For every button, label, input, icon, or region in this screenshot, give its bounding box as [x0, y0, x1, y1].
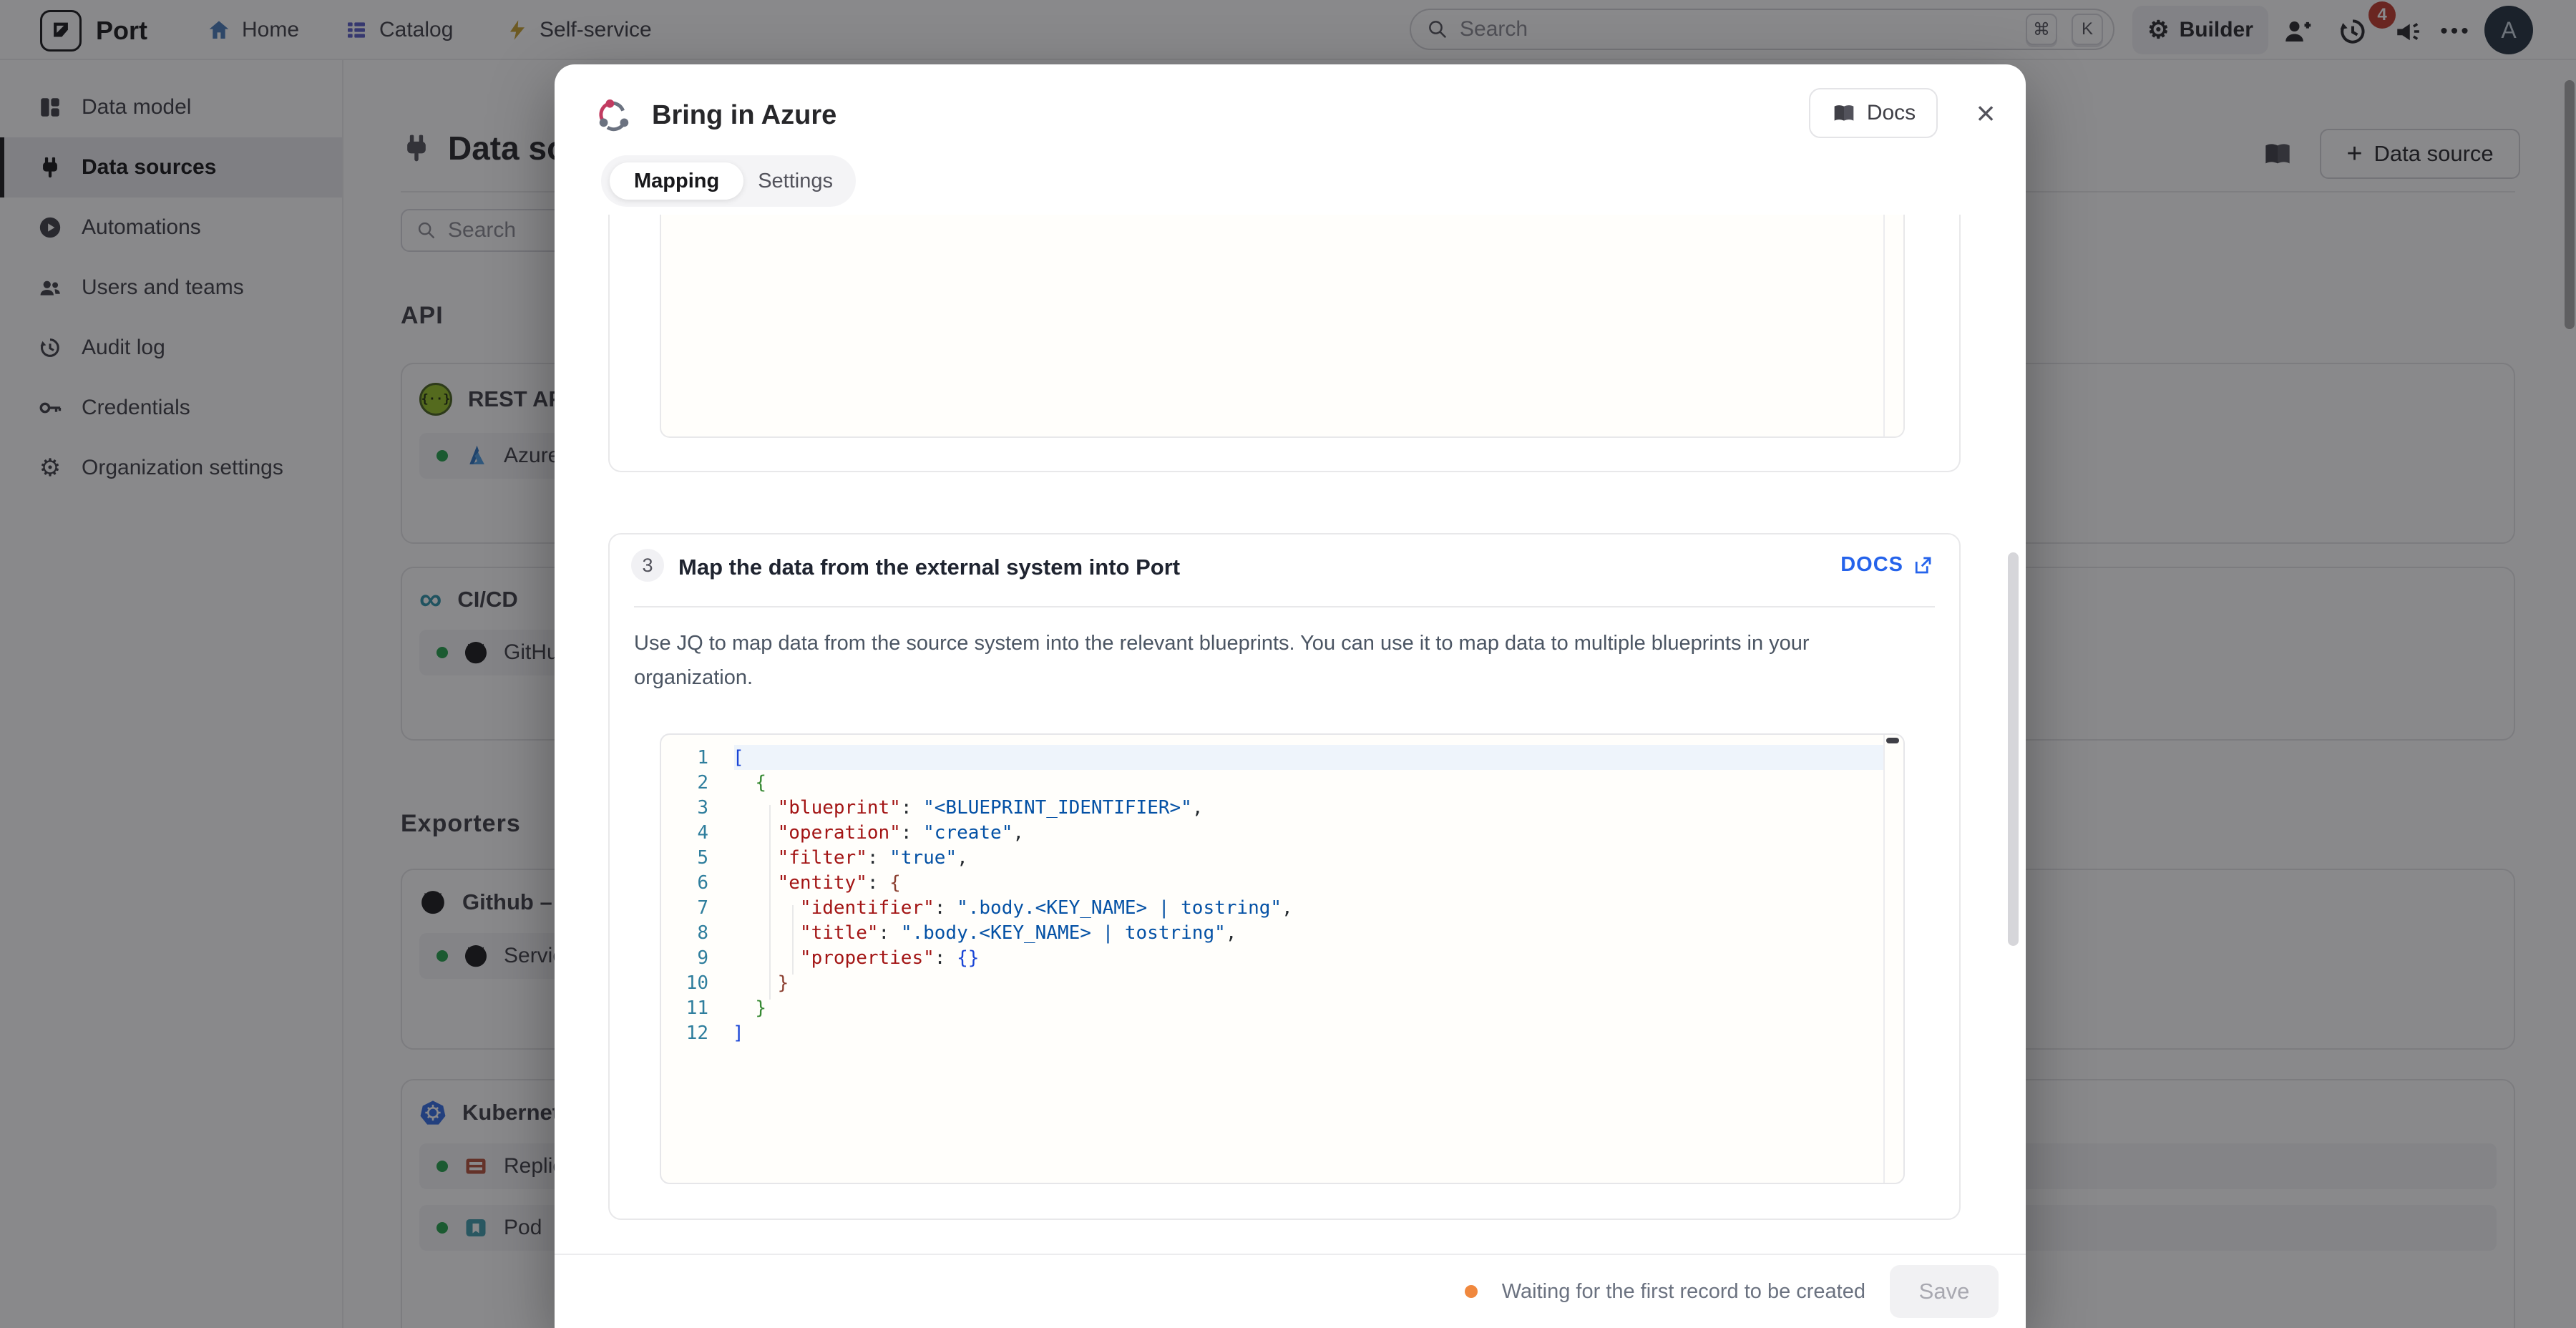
modal-title: Bring in Azure: [652, 100, 836, 131]
tab-mapping[interactable]: Mapping: [610, 162, 743, 200]
code-line: 11 }: [661, 995, 1903, 1020]
indent-guide: [769, 805, 771, 1000]
code-line: 5 "filter": "true",: [661, 845, 1903, 870]
line-number: 1: [661, 747, 733, 768]
code-text: [: [733, 747, 744, 768]
editor-scrollbar-track: [1883, 735, 1885, 1183]
code-line: 8 "title": ".body.<KEY_NAME> | tostring"…: [661, 920, 1903, 945]
status-pending-dot: [1465, 1285, 1478, 1298]
step-heading: Map the data from the external system in…: [678, 555, 1180, 580]
code-line: 9 "properties": {}: [661, 945, 1903, 970]
indent-guide: [792, 905, 794, 975]
code-line: 2 {: [661, 770, 1903, 795]
code-text: "title": ".body.<KEY_NAME> | tostring",: [733, 922, 1236, 944]
docs-button-label: Docs: [1867, 101, 1916, 125]
line-number: 7: [661, 897, 733, 919]
modal-tabs: Mapping Settings: [601, 155, 856, 207]
code-lines: 1[2 {3 "blueprint": "<BLUEPRINT_IDENTIFI…: [661, 745, 1903, 1045]
page-scrollbar[interactable]: [2565, 80, 2575, 329]
code-text: "identifier": ".body.<KEY_NAME> | tostri…: [733, 897, 1293, 919]
previous-step-editor[interactable]: [660, 215, 1905, 438]
close-icon[interactable]: ×: [1966, 93, 2006, 133]
code-text: "entity": {: [733, 872, 901, 894]
external-link-icon: [1912, 555, 1933, 576]
modal-footer: Waiting for the first record to be creat…: [555, 1254, 2026, 1328]
code-text: }: [733, 972, 789, 994]
docs-button[interactable]: Docs: [1809, 88, 1938, 138]
code-text: "operation": "create",: [733, 822, 1024, 844]
step-3-card: 3 Map the data from the external system …: [608, 533, 1961, 1220]
docs-link-label: DOCS: [1840, 553, 1903, 577]
modal-header: Bring in Azure: [595, 96, 836, 135]
code-text: {: [733, 772, 766, 794]
step-description: Use JQ to map data from the source syste…: [634, 626, 1901, 695]
code-text: "filter": "true",: [733, 847, 968, 869]
previous-step-card: [608, 215, 1961, 472]
modal-scrollbar[interactable]: [2008, 552, 2019, 946]
webhook-icon: [595, 96, 633, 135]
line-number: 8: [661, 922, 733, 944]
code-text: }: [733, 997, 766, 1019]
code-text: ]: [733, 1022, 744, 1044]
code-line: 4 "operation": "create",: [661, 820, 1903, 845]
line-number: 5: [661, 847, 733, 869]
step-number-badge: 3: [631, 549, 664, 582]
code-line: 10 }: [661, 970, 1903, 995]
line-number: 3: [661, 797, 733, 819]
line-number: 2: [661, 772, 733, 794]
line-number: 11: [661, 997, 733, 1019]
code-line: 1[: [661, 745, 1903, 770]
code-line: 12]: [661, 1020, 1903, 1045]
code-line: 6 "entity": {: [661, 870, 1903, 895]
line-number: 6: [661, 872, 733, 894]
line-number: 10: [661, 972, 733, 994]
editor-scrollbar-thumb[interactable]: [1886, 738, 1899, 743]
code-line: 7 "identifier": ".body.<KEY_NAME> | tost…: [661, 895, 1903, 920]
line-number: 9: [661, 947, 733, 969]
line-number: 4: [661, 822, 733, 844]
step-divider: [634, 606, 1935, 607]
editor-scrollbar-track: [1883, 215, 1885, 436]
screen: Port Home Catalog Self-service: [0, 0, 2576, 1328]
code-text: "blueprint": "<BLUEPRINT_IDENTIFIER>",: [733, 797, 1203, 819]
docs-link[interactable]: DOCS: [1840, 553, 1933, 577]
status-text: Waiting for the first record to be creat…: [1502, 1280, 1865, 1304]
jq-mapping-editor[interactable]: 1[2 {3 "blueprint": "<BLUEPRINT_IDENTIFI…: [660, 733, 1905, 1184]
bring-in-azure-modal: Bring in Azure Docs × Mapping Settings 3…: [555, 64, 2026, 1328]
line-number: 12: [661, 1022, 733, 1044]
code-line: 3 "blueprint": "<BLUEPRINT_IDENTIFIER>",: [661, 795, 1903, 820]
tab-settings[interactable]: Settings: [743, 170, 847, 193]
book-icon: [1831, 102, 1857, 125]
save-button[interactable]: Save: [1890, 1265, 1999, 1318]
